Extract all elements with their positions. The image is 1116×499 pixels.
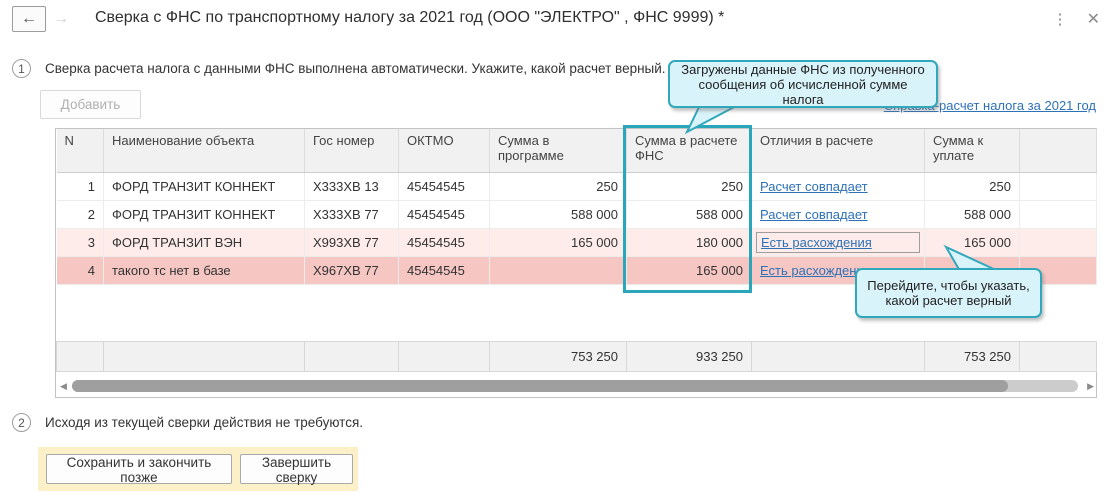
col-header-sum-pay: Сумма к уплате	[924, 129, 1020, 173]
cell-diff: Расчет совпадает	[751, 172, 925, 201]
scrollbar-thumb[interactable]	[72, 380, 1008, 392]
page-title: Сверка с ФНС по транспортному налогу за …	[95, 9, 725, 26]
col-header-sum-fns: Сумма в расчете ФНС	[626, 129, 752, 173]
cell-name: ФОРД ТРАНЗИТ ВЭН	[103, 228, 305, 257]
cell-sum-program: 165 000	[489, 228, 627, 257]
totals-sum-fns: 933 250	[626, 340, 752, 372]
app-window: ← → Сверка с ФНС по транспортному налогу…	[0, 0, 1116, 499]
scroll-left-icon[interactable]: ◀	[60, 381, 67, 392]
totals-cell-gos	[304, 340, 399, 372]
cell-oktmo: 45454545	[398, 256, 490, 285]
col-header-oktmo: ОКТМО	[398, 129, 490, 173]
cell-oktmo: 45454545	[398, 172, 490, 201]
cell-n: 2	[56, 200, 104, 229]
cell-empty	[1019, 200, 1097, 229]
cell-sum-pay: 588 000	[924, 200, 1020, 229]
more-menu-button[interactable]: ⋮	[1052, 10, 1068, 28]
totals-cell-name	[103, 340, 305, 372]
cell-sum-pay: 250	[924, 172, 1020, 201]
forward-button[interactable]: →	[46, 6, 76, 32]
cell-oktmo: 45454545	[398, 228, 490, 257]
cell-gos: Х333ХВ 77	[304, 200, 399, 229]
cell-sum-fns: 165 000	[626, 256, 752, 285]
cell-diff: Есть расхождения	[751, 228, 925, 257]
cell-sum-program: 250	[489, 172, 627, 201]
cell-empty	[1019, 172, 1097, 201]
totals-sum-program: 753 250	[489, 340, 627, 372]
step-2-text: Исходя из текущей сверки действия не тре…	[45, 415, 364, 430]
cell-name: ФОРД ТРАНЗИТ КОННЕКТ	[103, 200, 305, 229]
scroll-right-icon[interactable]: ▶	[1087, 381, 1094, 392]
table-totals-row: 753 250 933 250 753 250	[56, 340, 1097, 372]
focused-cell-frame: Есть расхождения	[756, 231, 920, 253]
add-button[interactable]: Добавить	[40, 90, 141, 119]
cell-diff: Расчет совпадает	[751, 200, 925, 229]
cell-n: 4	[56, 256, 104, 285]
cell-name: такого тс нет в базе	[103, 256, 305, 285]
cell-gos: Х333ХВ 13	[304, 172, 399, 201]
close-button[interactable]: ✕	[1087, 9, 1100, 29]
col-header-empty	[1019, 129, 1097, 173]
cell-oktmo: 45454545	[398, 200, 490, 229]
step-1-text: Сверка расчета налога с данными ФНС выпо…	[45, 61, 666, 76]
cell-sum-program	[489, 256, 627, 285]
step-1-badge: 1	[12, 59, 31, 78]
table-row[interactable]: 2 ФОРД ТРАНЗИТ КОННЕКТ Х333ХВ 77 4545454…	[56, 200, 1097, 229]
kebab-icon: ⋮	[1052, 11, 1068, 28]
close-icon: ✕	[1086, 11, 1100, 28]
cell-gos: Х967ХВ 77	[304, 256, 399, 285]
horizontal-scrollbar[interactable]: ◀ ▶	[56, 379, 1096, 393]
totals-cell-n	[56, 340, 104, 372]
finish-reconciliation-button[interactable]: Завершить сверку	[240, 454, 353, 485]
cell-sum-fns: 180 000	[626, 228, 752, 257]
col-header-n: N	[56, 129, 104, 173]
diff-link[interactable]: Расчет совпадает	[760, 179, 868, 194]
totals-cell-empty	[1019, 340, 1097, 372]
col-header-sum-program: Сумма в программе	[489, 129, 627, 173]
diff-link[interactable]: Есть расхождения	[761, 235, 872, 250]
cell-n: 1	[56, 172, 104, 201]
col-header-diff: Отличия в расчете	[751, 129, 925, 173]
diff-link[interactable]: Расчет совпадает	[760, 207, 868, 222]
back-button[interactable]: ←	[12, 6, 46, 32]
totals-cell-diff	[751, 340, 925, 372]
cell-n: 3	[56, 228, 104, 257]
totals-sum-pay: 753 250	[924, 340, 1020, 372]
step-2-badge: 2	[12, 413, 31, 432]
cell-sum-fns: 588 000	[626, 200, 752, 229]
forward-arrow-icon: →	[53, 10, 69, 27]
col-header-gos: Гос номер	[304, 129, 399, 173]
table-row[interactable]: 1 ФОРД ТРАНЗИТ КОННЕКТ Х333ХВ 13 4545454…	[56, 172, 1097, 201]
cell-name: ФОРД ТРАНЗИТ КОННЕКТ	[103, 172, 305, 201]
col-header-name: Наименование объекта	[103, 129, 305, 173]
tooltip-tail-icon	[684, 105, 739, 135]
totals-cell-oktmo	[398, 340, 490, 372]
cell-sum-fns: 250	[626, 172, 752, 201]
scrollbar-track[interactable]	[72, 380, 1078, 392]
tooltip-loaded-fns-data: Загружены данные ФНС из полученного сооб…	[668, 60, 938, 108]
back-arrow-icon: ←	[21, 10, 37, 27]
save-and-finish-later-button[interactable]: Сохранить и закончить позже	[46, 454, 232, 485]
cell-empty	[1019, 228, 1097, 257]
cell-sum-program: 588 000	[489, 200, 627, 229]
cell-gos: Х993ХВ 77	[304, 228, 399, 257]
tooltip-go-to-specify: Перейдите, чтобы указать, какой расчет в…	[855, 268, 1042, 318]
table-header-row: N Наименование объекта Гос номер ОКТМО С…	[56, 129, 1097, 173]
